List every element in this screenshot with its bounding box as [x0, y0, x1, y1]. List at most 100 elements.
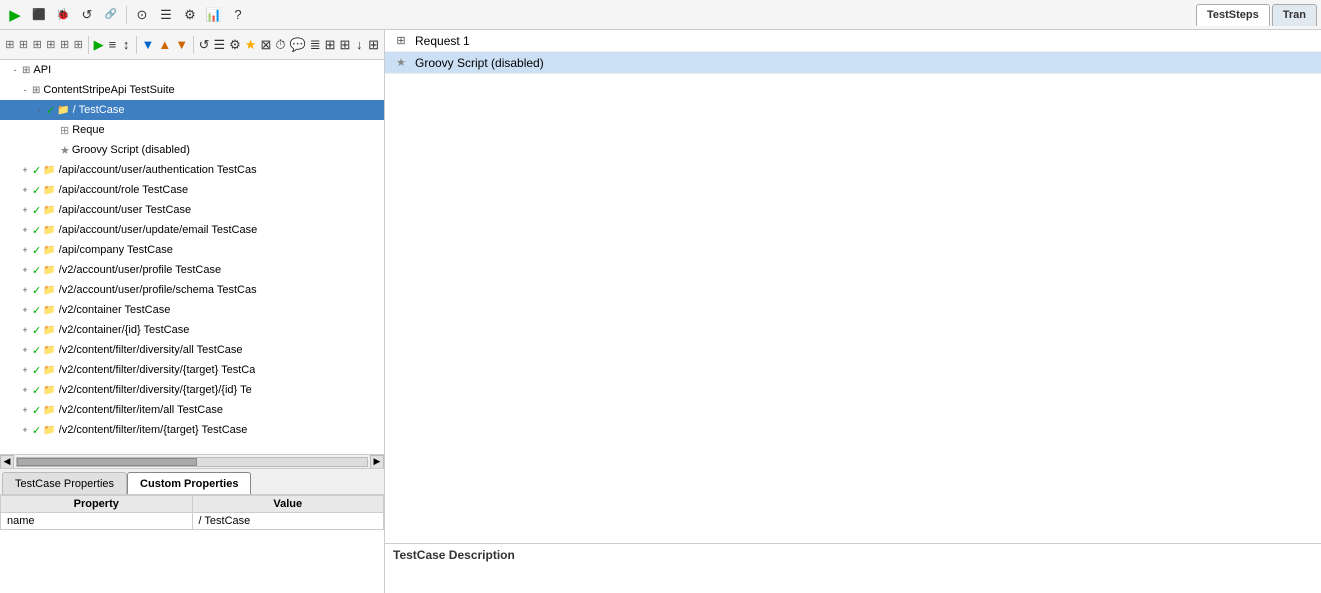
down-btn[interactable]: ↓	[353, 34, 365, 56]
tree-item-divtargetid[interactable]: + ✓ 📁 /v2/content/filter/diversity/{targ…	[0, 380, 384, 400]
v2s-expander: +	[18, 283, 32, 297]
tc-icon: 📁	[43, 265, 55, 276]
add-btn4[interactable]: ⊞	[45, 34, 57, 56]
user-expander: +	[18, 203, 32, 217]
check-icon: ✓	[32, 404, 41, 417]
grid1-btn[interactable]: ⊞	[324, 34, 337, 56]
tree-item-divtarget[interactable]: + ✓ 📁 /v2/content/filter/diversity/{targ…	[0, 360, 384, 380]
api-icon: ⊞	[22, 65, 30, 76]
box-btn[interactable]: ⊠	[259, 34, 272, 56]
help-button[interactable]: ?	[227, 4, 249, 26]
list-left-btn[interactable]: ≡	[107, 34, 119, 56]
add-btn1[interactable]: ⊞	[4, 34, 16, 56]
tree-item-itemtarget[interactable]: + ✓ 📁 /v2/content/filter/item/{target} T…	[0, 420, 384, 440]
tree-item-role[interactable]: + ✓ 📁 /api/account/role TestCase	[0, 180, 384, 200]
request-label: Reque	[72, 124, 104, 136]
options-btn[interactable]: ☰	[212, 34, 226, 56]
description-area: TestCase Description	[385, 543, 1321, 593]
star-icon: ★	[60, 144, 70, 157]
star-btn[interactable]: ★	[244, 34, 258, 56]
tree-item-user[interactable]: + ✓ 📁 /api/account/user TestCase	[0, 200, 384, 220]
gear-button[interactable]: ⚙	[179, 4, 201, 26]
tree-hscrollbar[interactable]: ◀ ▶	[0, 454, 384, 468]
itemall-label: /v2/content/filter/item/all TestCase	[59, 404, 223, 416]
filter-btn[interactable]: ▼	[140, 34, 155, 56]
tree-item-divall[interactable]: + ✓ 📁 /v2/content/filter/diversity/all T…	[0, 340, 384, 360]
tree-item-groovy[interactable]: ★ Groovy Script (disabled)	[0, 140, 384, 160]
step-request-icon: ⊞	[393, 33, 409, 49]
tree-item-itemall[interactable]: + ✓ 📁 /v2/content/filter/item/all TestCa…	[0, 400, 384, 420]
v2p-expander: +	[18, 263, 32, 277]
auth-expander: +	[18, 163, 32, 177]
left-toolbar: ⊞ ⊞ ⊞ ⊞ ⊞ ⊞ ▶ ≡ ↕ ▼ ▲ ▼ ↺ ☰ ⚙ ★ ⊠ ⏱ 💬 ≣ …	[0, 30, 384, 60]
content-steps: ⊞ Request 1 ★ Groovy Script (disabled)	[385, 30, 1321, 543]
check-icon: ✓	[32, 344, 41, 357]
v2schema-label: /v2/account/user/profile/schema TestCas	[59, 284, 257, 296]
timer-btn[interactable]: ⏱	[274, 34, 286, 56]
tc-icon: 📁	[43, 345, 55, 356]
tree-item-request[interactable]: ⊞ Reque	[0, 120, 384, 140]
tree-item-v2profile[interactable]: + ✓ 📁 /v2/account/user/profile TestCase	[0, 260, 384, 280]
it-expander: +	[18, 423, 32, 437]
tc-icon: 📁	[43, 425, 55, 436]
add-btn3[interactable]: ⊞	[31, 34, 43, 56]
right-content: ⊞ Request 1 ★ Groovy Script (disabled) T…	[385, 30, 1321, 593]
scroll-right-arrow[interactable]: ▶	[370, 455, 384, 469]
add-btn5[interactable]: ⊞	[59, 34, 71, 56]
tree-item-container[interactable]: + ✓ 📁 /v2/container TestCase	[0, 300, 384, 320]
run-left-btn[interactable]: ▶	[93, 34, 105, 56]
export-btn[interactable]: ▼	[174, 34, 189, 56]
bottom-panel: TestCase Properties Custom Properties Pr…	[0, 468, 384, 593]
check-icon: ✓	[32, 364, 41, 377]
tree-item-auth[interactable]: + ✓ 📁 /api/account/user/authentication T…	[0, 160, 384, 180]
chart-button[interactable]: 📊	[203, 4, 225, 26]
tree-item-v2schema[interactable]: + ✓ 📁 /v2/account/user/profile/schema Te…	[0, 280, 384, 300]
tree-suite[interactable]: - ⊞ ContentStripeApi TestSuite	[0, 80, 384, 100]
circle-button[interactable]: ⊙	[131, 4, 153, 26]
scroll-track[interactable]	[16, 457, 368, 467]
tab-testcase-props[interactable]: TestCase Properties	[2, 472, 127, 494]
tree-item-containerid[interactable]: + ✓ 📁 /v2/container/{id} TestCase	[0, 320, 384, 340]
scroll-left-arrow[interactable]: ◀	[0, 455, 14, 469]
grid3-btn[interactable]: ⊞	[367, 34, 380, 56]
stop-button[interactable]: ⬛	[28, 4, 50, 26]
divall-label: /v2/content/filter/diversity/all TestCas…	[59, 344, 243, 356]
tc-icon: 📁	[43, 165, 55, 176]
step-request1[interactable]: ⊞ Request 1	[385, 30, 1321, 52]
grid2-btn[interactable]: ⊞	[339, 34, 352, 56]
add-btn6[interactable]: ⊞	[72, 34, 84, 56]
folder-icon: 📁	[57, 105, 69, 116]
tree-item-company[interactable]: + ✓ 📁 /api/company TestCase	[0, 240, 384, 260]
settings-left-btn[interactable]: ⚙	[228, 34, 242, 56]
scroll-thumb[interactable]	[17, 458, 197, 466]
groovy-label: Groovy Script (disabled)	[72, 144, 190, 156]
tc-icon: 📁	[43, 225, 55, 236]
menu2-btn[interactable]: ≣	[309, 34, 322, 56]
tree-item-email[interactable]: + ✓ 📁 /api/account/user/update/email Tes…	[0, 220, 384, 240]
sort-btn[interactable]: ↕	[120, 34, 132, 56]
add-btn2[interactable]: ⊞	[18, 34, 30, 56]
check-icon: ✓	[32, 264, 41, 277]
step-groovy[interactable]: ★ Groovy Script (disabled)	[385, 52, 1321, 74]
tree-root-api[interactable]: - ⊞ API	[0, 60, 384, 80]
role-expander: +	[18, 183, 32, 197]
dt-expander: +	[18, 363, 32, 377]
tab-tran[interactable]: Tran	[1272, 4, 1317, 26]
debug-button[interactable]: 🐞	[52, 4, 74, 26]
tree-item-testcase-root[interactable]: - ✓ 📁 / TestCase	[0, 100, 384, 120]
refresh-left-btn[interactable]: ↺	[198, 34, 211, 56]
props-table: Property Value name / TestCase	[0, 495, 384, 593]
tab-custom-props[interactable]: Custom Properties	[127, 472, 251, 494]
check-icon: ✓	[46, 104, 55, 117]
prop-row-name: name / TestCase	[1, 513, 384, 530]
speech-btn[interactable]: 💬	[289, 34, 307, 56]
step-request-label: Request 1	[415, 34, 470, 48]
container-label: /v2/container TestCase	[59, 304, 171, 316]
tree-area: - ⊞ API - ⊞ ContentStripeApi TestSuite -…	[0, 60, 384, 454]
refresh-button[interactable]: ↺	[76, 4, 98, 26]
link-button[interactable]: 🔗	[100, 4, 122, 26]
import-btn[interactable]: ▲	[157, 34, 172, 56]
run-button[interactable]: ▶	[4, 4, 26, 26]
tab-teststeps[interactable]: TestSteps	[1196, 4, 1270, 26]
list-button[interactable]: ☰	[155, 4, 177, 26]
